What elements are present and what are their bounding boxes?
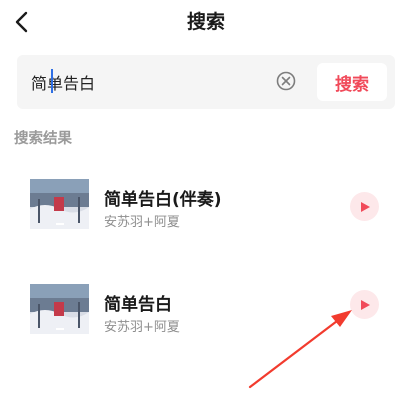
song-title: 简单告白 <box>104 295 172 315</box>
search-button[interactable]: 搜索 <box>317 63 387 101</box>
list-item[interactable]: 简单告白 安苏羽+阿夏 <box>0 268 412 348</box>
search-button-label: 搜索 <box>335 74 369 95</box>
song-artist: 安苏羽+阿夏 <box>104 215 180 230</box>
clear-circle-icon <box>276 71 296 91</box>
search-input[interactable] <box>31 69 271 95</box>
clear-button[interactable] <box>275 70 297 92</box>
play-button[interactable] <box>350 290 379 319</box>
section-label: 搜索结果 <box>14 131 72 147</box>
text-cursor <box>51 69 53 93</box>
play-button[interactable] <box>350 192 379 221</box>
play-icon <box>360 299 370 310</box>
search-bar: 搜索 <box>17 55 395 109</box>
song-artist: 安苏羽+阿夏 <box>104 320 180 335</box>
song-title: 简单告白(伴奏) <box>104 190 222 210</box>
page-title: 搜索 <box>186 11 225 33</box>
list-item[interactable]: 简单告白(伴奏) 安苏羽+阿夏 <box>0 163 412 243</box>
play-icon <box>360 201 370 212</box>
album-cover <box>30 179 89 229</box>
album-cover <box>30 284 89 334</box>
